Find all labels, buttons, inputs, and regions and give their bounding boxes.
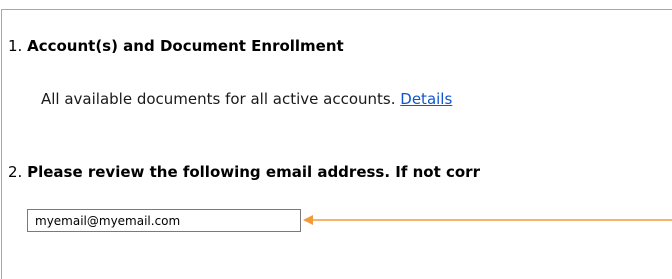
email-input[interactable] — [27, 209, 301, 232]
step-1-description: All available documents for all active a… — [41, 90, 452, 108]
step-1-heading: 1. Account(s) and Document Enrollment — [8, 37, 344, 55]
step-2-heading: 2. Please review the following email add… — [8, 163, 480, 181]
step-1-number: 1. — [8, 37, 23, 55]
step-2-number: 2. — [8, 163, 23, 181]
details-link[interactable]: Details — [400, 90, 452, 108]
step-1-title: Account(s) and Document Enrollment — [27, 37, 344, 55]
step-1-description-text: All available documents for all active a… — [41, 90, 396, 108]
step-2-title: Please review the following email addres… — [27, 163, 480, 181]
